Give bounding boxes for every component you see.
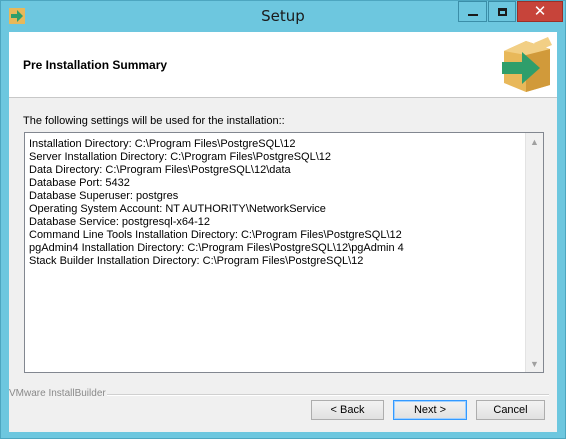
page-title: Pre Installation Summary [23, 58, 168, 72]
scroll-up-button[interactable]: ▲ [526, 133, 543, 150]
chevron-up-icon: ▲ [530, 136, 539, 147]
title-bar[interactable]: Setup ✕ [1, 1, 565, 32]
summary-line: Database Service: postgresql-x64-12 [29, 216, 210, 228]
package-box-icon [502, 37, 552, 92]
summary-line: Database Superuser: postgres [29, 190, 179, 202]
maximize-icon [497, 7, 507, 16]
summary-line: Database Port: 5432 [29, 177, 130, 189]
back-button[interactable]: < Back [311, 400, 384, 420]
close-button[interactable]: ✕ [517, 1, 563, 22]
chevron-down-icon: ▼ [530, 358, 539, 369]
summary-textbox[interactable]: Installation Directory: C:\Program Files… [24, 132, 544, 373]
summary-line: Installation Directory: C:\Program Files… [29, 138, 296, 150]
setup-window: Setup ✕ Pre Installation Summary The fol… [0, 0, 566, 439]
summary-lines: Installation Directory: C:\Program Files… [29, 138, 523, 268]
minimize-icon [467, 13, 478, 16]
dialog-body: Pre Installation Summary The following s… [9, 32, 557, 432]
summary-line: pgAdmin4 Installation Directory: C:\Prog… [29, 242, 404, 254]
cancel-button[interactable]: Cancel [476, 400, 545, 420]
summary-line: Command Line Tools Installation Director… [29, 229, 402, 241]
summary-line: Data Directory: C:\Program Files\Postgre… [29, 164, 291, 176]
scroll-down-button[interactable]: ▼ [526, 355, 543, 372]
installer-brand: VMware InstallBuilder [9, 388, 106, 399]
vertical-scrollbar[interactable]: ▲ ▼ [525, 133, 543, 372]
header-panel: Pre Installation Summary [9, 32, 557, 98]
minimize-button[interactable] [458, 1, 487, 22]
intro-text: The following settings will be used for … [23, 115, 285, 127]
summary-line: Stack Builder Installation Directory: C:… [29, 255, 364, 267]
close-icon: ✕ [533, 2, 547, 20]
divider [107, 394, 549, 396]
next-button[interactable]: Next > [393, 400, 467, 420]
summary-line: Server Installation Directory: C:\Progra… [29, 151, 332, 163]
maximize-button[interactable] [488, 1, 516, 22]
summary-line: Operating System Account: NT AUTHORITY\N… [29, 203, 326, 215]
